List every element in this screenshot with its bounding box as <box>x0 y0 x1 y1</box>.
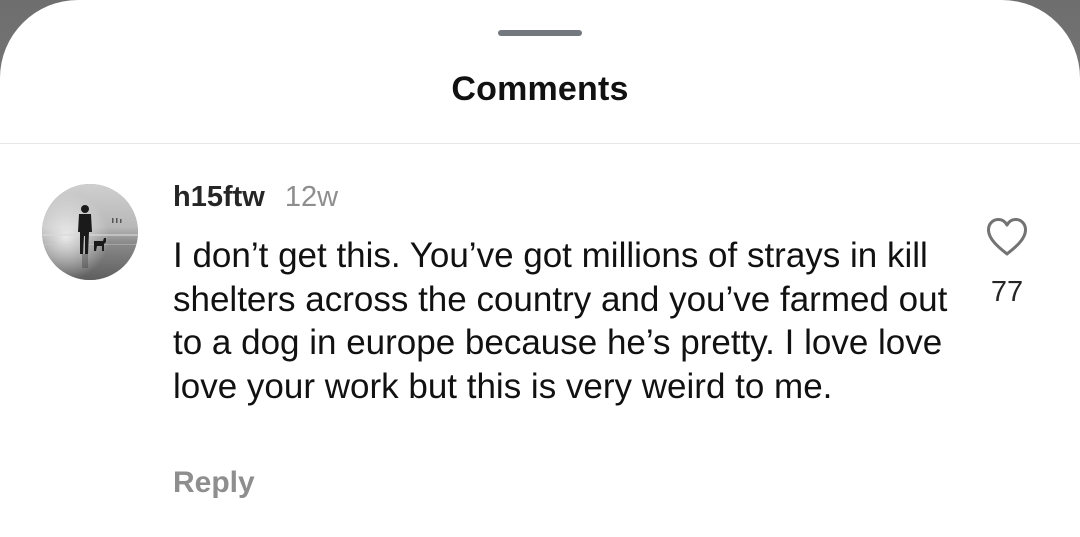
reply-button[interactable]: Reply <box>173 466 255 500</box>
comment-text: I don’t get this. You’ve got millions of… <box>173 236 948 406</box>
header-divider <box>0 143 1080 144</box>
heart-outline-icon[interactable] <box>985 216 1029 258</box>
avatar[interactable] <box>42 184 138 280</box>
username[interactable]: h15ftw <box>173 181 265 214</box>
comments-sheet: Comments h15ftw 12w I don’t get this. Yo… <box>0 0 1080 537</box>
comment-header: h15ftw 12w <box>173 181 338 217</box>
sheet-title: Comments <box>451 70 629 108</box>
timestamp: 12w <box>284 181 339 213</box>
drag-handle[interactable] <box>498 30 582 36</box>
like-area: 77 <box>978 216 1036 309</box>
avatar-photo <box>42 184 138 280</box>
like-count: 77 <box>990 276 1024 308</box>
